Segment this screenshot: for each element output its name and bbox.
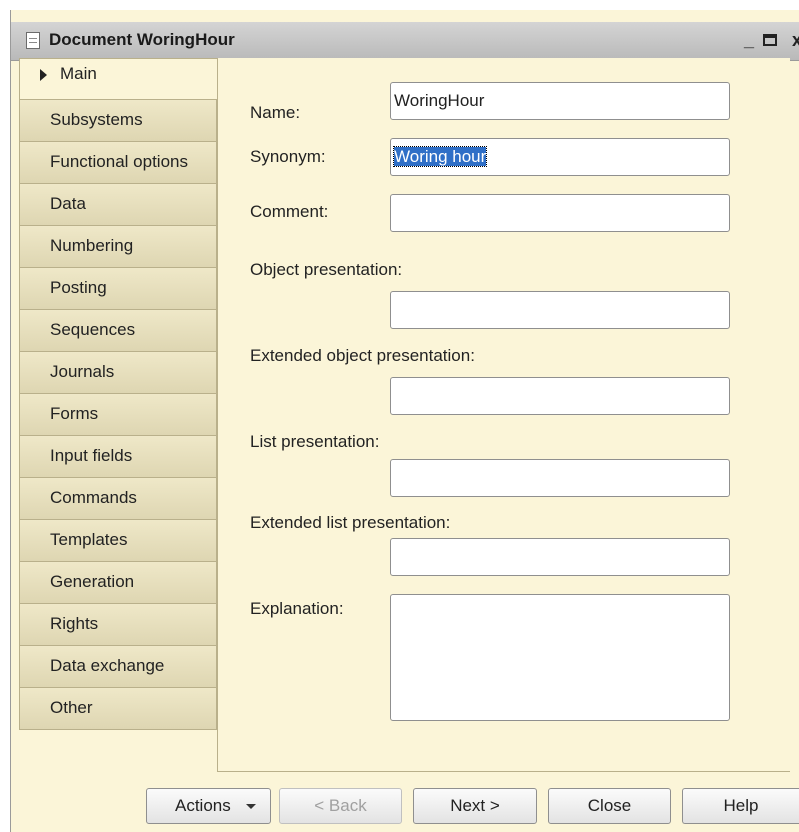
tab-templates[interactable]: Templates (19, 520, 217, 562)
tab-generation[interactable]: Generation (19, 562, 217, 604)
tab-data[interactable]: Data (19, 184, 217, 226)
extended-object-presentation-label: Extended object presentation: (250, 346, 475, 365)
tab-functional-options[interactable]: Functional options (19, 142, 217, 184)
help-button[interactable]: Help (682, 788, 799, 824)
explanation-label: Explanation: (250, 599, 344, 618)
tab-data-exchange[interactable]: Data exchange (19, 646, 217, 688)
close-window-button[interactable]: x (792, 30, 799, 50)
window-title: Document WoringHour (49, 30, 235, 49)
name-label: Name: (250, 103, 301, 122)
comment-label: Comment: (250, 202, 329, 221)
tab-input-fields[interactable]: Input fields (19, 436, 217, 478)
section-tabs: Main Subsystems Functional options Data … (19, 58, 219, 730)
title-bar[interactable]: Document WoringHour _ x (11, 22, 799, 61)
minimize-button[interactable]: _ (744, 30, 754, 50)
tab-sequences[interactable]: Sequences (19, 310, 217, 352)
tab-rights[interactable]: Rights (19, 604, 217, 646)
extended-list-presentation-label: Extended list presentation: (250, 513, 451, 532)
document-icon (26, 32, 40, 49)
tab-commands[interactable]: Commands (19, 478, 217, 520)
synonym-field[interactable]: Woring hour (390, 138, 730, 176)
tab-forms[interactable]: Forms (19, 394, 217, 436)
maximize-button[interactable] (763, 34, 777, 46)
tab-label: Main (60, 64, 97, 83)
tab-subsystems[interactable]: Subsystems (19, 100, 217, 142)
close-button[interactable]: Close (548, 788, 671, 824)
back-button[interactable]: < Back (279, 788, 402, 824)
chevron-down-icon[interactable] (246, 804, 256, 809)
active-triangle-icon (40, 69, 47, 81)
next-button[interactable]: Next > (413, 788, 537, 824)
extended-object-presentation-field[interactable] (390, 377, 730, 415)
name-field[interactable]: WoringHour (390, 82, 730, 120)
comment-field[interactable] (390, 194, 730, 232)
list-presentation-label: List presentation: (250, 432, 380, 451)
extended-list-presentation-field[interactable] (390, 538, 730, 576)
explanation-textarea[interactable] (390, 594, 730, 721)
object-presentation-label: Object presentation: (250, 260, 403, 279)
actions-button-label: Actions (175, 796, 231, 815)
synonym-selected-text: Woring hour (392, 146, 488, 167)
tab-numbering[interactable]: Numbering (19, 226, 217, 268)
list-presentation-field[interactable] (390, 459, 730, 497)
tab-journals[interactable]: Journals (19, 352, 217, 394)
synonym-label: Synonym: (250, 147, 326, 166)
tab-other[interactable]: Other (19, 688, 217, 730)
tab-posting[interactable]: Posting (19, 268, 217, 310)
object-presentation-field[interactable] (390, 291, 730, 329)
tab-main[interactable]: Main (19, 58, 219, 100)
